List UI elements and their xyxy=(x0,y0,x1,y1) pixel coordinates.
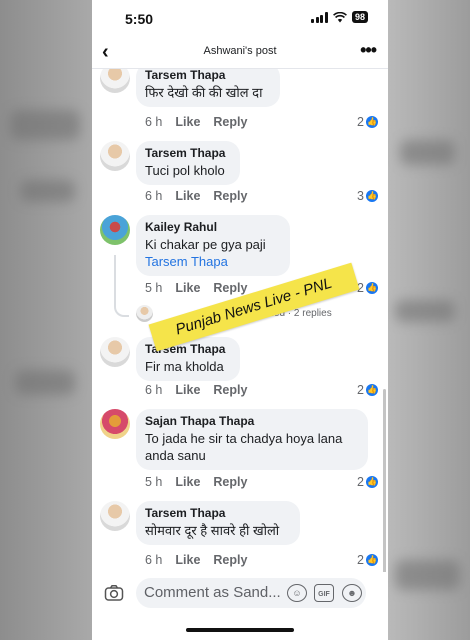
commenter-name[interactable]: Sajan Thapa Thapa xyxy=(145,414,359,428)
comment-text: सोमवार दूर है सावरे ही खोलो xyxy=(145,523,280,538)
comment-bubble: Tarsem Thapa फिर देखो की की खोल दा xyxy=(136,69,280,107)
commenter-name[interactable]: Tarsem Thapa xyxy=(145,506,291,520)
like-button[interactable]: Like xyxy=(175,383,200,397)
comment-text: फिर देखो की की खोल दा xyxy=(145,85,263,100)
like-reaction-icon: 👍 xyxy=(366,476,378,488)
emoji-icon[interactable]: ☻ xyxy=(342,584,362,602)
avatar[interactable] xyxy=(100,69,130,93)
avatar[interactable] xyxy=(100,409,130,439)
reaction-count[interactable]: 2 👍 xyxy=(357,281,378,295)
reply-button[interactable]: Reply xyxy=(213,383,247,397)
blurred-background-shape xyxy=(10,110,80,140)
blurred-background-shape xyxy=(395,300,455,322)
reaction-number: 3 xyxy=(357,189,364,203)
post-header: ‹ Ashwani's post ••• xyxy=(92,38,388,69)
scrollbar[interactable] xyxy=(383,389,386,572)
comment-bubble: Tarsem Thapa Fir ma kholda xyxy=(136,337,240,381)
like-button[interactable]: Like xyxy=(175,189,200,203)
battery-indicator: 98 xyxy=(351,11,368,23)
blurred-background-shape xyxy=(15,370,75,395)
reaction-number: 2 xyxy=(357,115,364,129)
comment-time: 5 h xyxy=(145,281,163,295)
like-reaction-icon: 👍 xyxy=(366,116,378,128)
commenter-name[interactable]: Tarsem Thapa xyxy=(145,146,231,160)
avatar[interactable] xyxy=(100,215,130,245)
avatar[interactable] xyxy=(100,501,130,531)
reaction-count[interactable]: 3 👍 xyxy=(357,189,378,203)
reaction-number: 2 xyxy=(357,553,364,567)
comment-meta: 5 h Like Reply xyxy=(145,475,247,489)
avatar[interactable] xyxy=(100,141,130,171)
reaction-count[interactable]: 2 👍 xyxy=(357,115,378,129)
reaction-number: 2 xyxy=(357,475,364,489)
comment-text: Ki chakar pe gya paji Tarsem Thapa xyxy=(145,236,281,270)
comment-text: Fir ma kholda xyxy=(145,359,224,374)
comment-time: 6 h xyxy=(145,189,163,203)
home-indicator xyxy=(186,628,294,632)
blurred-background-shape xyxy=(395,560,460,590)
comment-text: Tuci pol kholo xyxy=(145,163,225,178)
reaction-number: 2 xyxy=(357,383,364,397)
like-reaction-icon: 👍 xyxy=(366,190,378,202)
like-button[interactable]: Like xyxy=(175,475,200,489)
gif-label: GIF xyxy=(318,591,330,598)
comment-time: 5 h xyxy=(145,475,163,489)
comment-text: To jada he sir ta chadya hoya lana anda … xyxy=(145,431,343,463)
reply-avatar xyxy=(136,305,153,322)
comment-meta: 6 h Like Reply xyxy=(145,115,247,129)
comment-meta: 6 h Like Reply xyxy=(145,383,247,397)
blurred-background-shape xyxy=(400,140,455,165)
commenter-name[interactable]: Kailey Rahul xyxy=(145,220,281,234)
comment-bubble: Tarsem Thapa Tuci pol kholo xyxy=(136,141,240,185)
reply-button[interactable]: Reply xyxy=(213,189,247,203)
comment-bubble: Kailey Rahul Ki chakar pe gya paji Tarse… xyxy=(136,215,290,276)
page-title: Ashwani's post xyxy=(203,45,277,57)
comment-placeholder: Comment as Sand... xyxy=(144,584,281,601)
like-reaction-icon: 👍 xyxy=(366,282,378,294)
gif-icon[interactable]: GIF xyxy=(314,584,334,602)
status-bar: 5:50 98 xyxy=(92,0,388,38)
like-reaction-icon: 👍 xyxy=(366,554,378,566)
status-time: 5:50 xyxy=(125,11,154,27)
status-icons: 98 xyxy=(311,11,368,23)
like-button[interactable]: Like xyxy=(175,553,200,567)
more-icon[interactable]: ••• xyxy=(360,40,377,61)
like-button[interactable]: Like xyxy=(175,115,200,129)
comment-bubble: Tarsem Thapa सोमवार दूर है सावरे ही खोलो xyxy=(136,501,300,545)
reply-button[interactable]: Reply xyxy=(213,553,247,567)
comment-time: 6 h xyxy=(145,553,163,567)
blurred-background-shape xyxy=(20,180,75,202)
comment-bubble: Sajan Thapa Thapa To jada he sir ta chad… xyxy=(136,409,368,470)
signal-icon xyxy=(311,11,328,23)
reply-button[interactable]: Reply xyxy=(213,281,247,295)
comment-meta: 6 h Like Reply xyxy=(145,189,247,203)
reaction-count[interactable]: 2 👍 xyxy=(357,475,378,489)
reaction-count[interactable]: 2 👍 xyxy=(357,383,378,397)
like-button[interactable]: Like xyxy=(175,281,200,295)
comment-time: 6 h xyxy=(145,115,163,129)
comment-time: 6 h xyxy=(145,383,163,397)
comment-meta: 6 h Like Reply xyxy=(145,553,247,567)
reply-button[interactable]: Reply xyxy=(213,475,247,489)
reply-button[interactable]: Reply xyxy=(213,115,247,129)
avatar[interactable] xyxy=(100,337,130,367)
commenter-name[interactable]: Tarsem Thapa xyxy=(145,69,271,82)
comment-body: Ki chakar pe gya paji xyxy=(145,237,266,252)
like-reaction-icon: 👍 xyxy=(366,384,378,396)
camera-icon[interactable] xyxy=(104,584,124,602)
reply-thread-line xyxy=(114,255,129,317)
sticker-icon[interactable]: ☺ xyxy=(287,584,307,602)
mention-link[interactable]: Tarsem Thapa xyxy=(145,254,228,269)
comment-meta: 5 h Like Reply xyxy=(145,281,247,295)
reaction-count[interactable]: 2 👍 xyxy=(357,553,378,567)
wifi-icon xyxy=(333,11,347,22)
